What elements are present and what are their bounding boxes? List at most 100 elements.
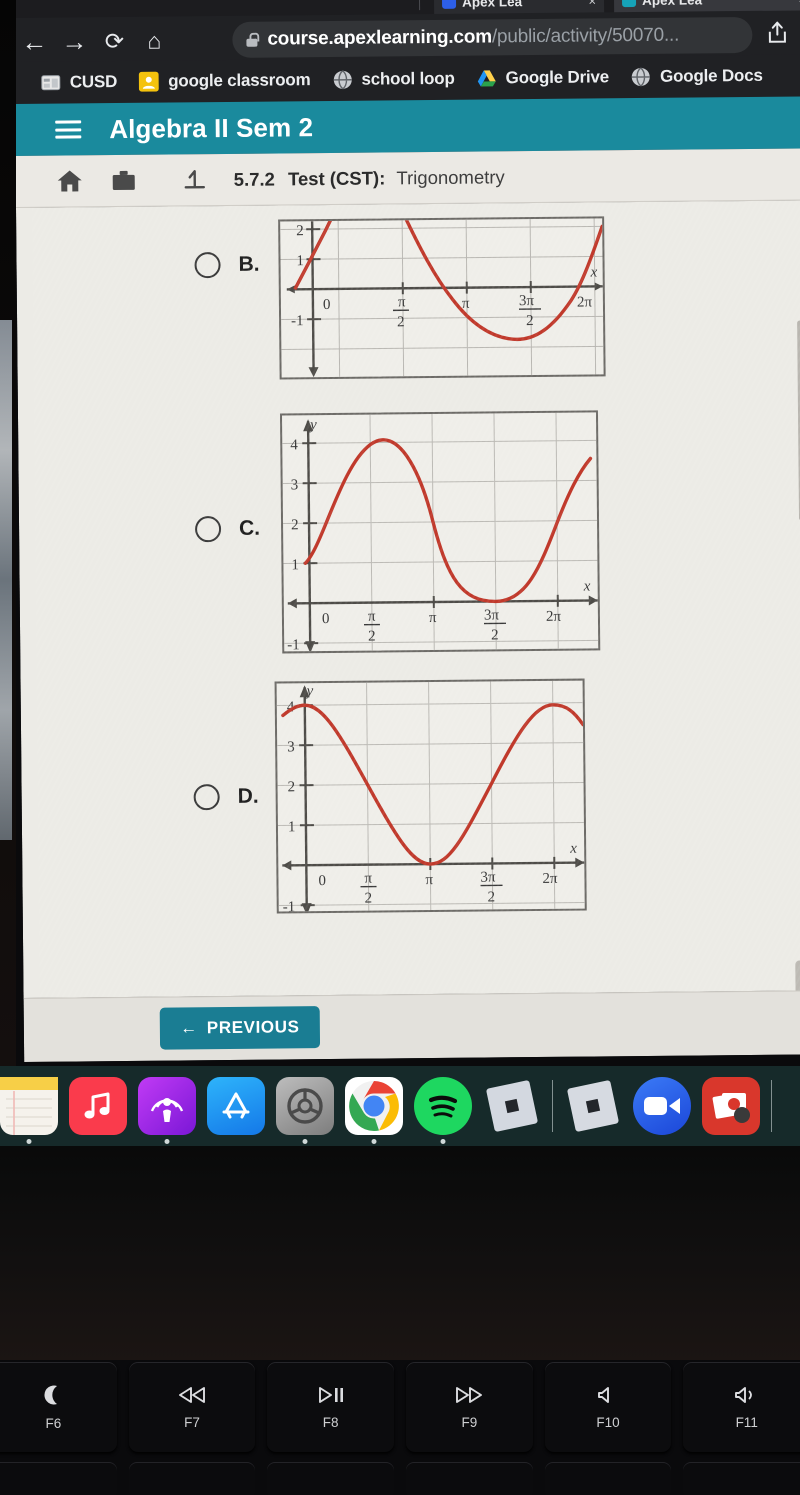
graph-d-svg: 4 3 2 1 -1 y 0 π 2 π 3π 2 2π x bbox=[276, 680, 587, 914]
x-tick-2pi: 2π bbox=[546, 609, 562, 625]
key-f6[interactable]: F6 bbox=[0, 1362, 117, 1452]
y-tick-neg1: -1 bbox=[283, 899, 296, 913]
key-label: F9 bbox=[461, 1414, 478, 1430]
dock-icon-music[interactable] bbox=[69, 1077, 127, 1135]
y-tick-2: 2 bbox=[287, 779, 295, 795]
hamburger-icon[interactable] bbox=[55, 120, 82, 139]
x-axis bbox=[287, 599, 598, 605]
key-number[interactable] bbox=[267, 1462, 395, 1495]
x-tick-0: 0 bbox=[318, 873, 326, 889]
key-f8[interactable]: F8 bbox=[267, 1362, 395, 1452]
radio-option-d[interactable] bbox=[193, 784, 220, 811]
key-number[interactable] bbox=[406, 1462, 533, 1495]
option-letter-d: D. bbox=[237, 784, 259, 808]
key-f7[interactable]: F7 bbox=[128, 1362, 256, 1452]
previous-button[interactable]: ← PREVIOUS bbox=[159, 1006, 321, 1050]
notes-icon bbox=[0, 1077, 58, 1135]
dock-icon-google-chrome[interactable] bbox=[345, 1077, 403, 1144]
home-button[interactable]: ⌂ bbox=[134, 27, 174, 53]
screenshot-root: Apex Lea × Apex Lea × ← → ⟳ ⌂ course.ape… bbox=[0, 0, 800, 1495]
bookmark-cusd[interactable]: CUSD bbox=[41, 72, 118, 93]
key-number[interactable] bbox=[128, 1462, 256, 1495]
bookmark-label: CUSD bbox=[69, 72, 118, 92]
dock-icon-roblox[interactable] bbox=[483, 1077, 541, 1135]
bookmark-google-classroom[interactable]: google classroom bbox=[139, 70, 311, 92]
play-pause-icon bbox=[318, 1386, 343, 1403]
bookmark-google-drive[interactable]: Google Drive bbox=[477, 67, 610, 88]
bookmark-label: Google Drive bbox=[505, 67, 610, 88]
dock-icon-photo-booth[interactable] bbox=[702, 1077, 760, 1135]
graph-b-svg: 2 1 -1 0 π 2 π 3π 2 2π x bbox=[280, 218, 606, 380]
roblox-studio-icon bbox=[567, 1080, 619, 1132]
dock-icon-zoom[interactable] bbox=[633, 1077, 691, 1135]
dock-icon-podcasts[interactable] bbox=[138, 1077, 196, 1144]
back-button[interactable]: ← bbox=[14, 27, 54, 57]
laptop-body bbox=[0, 1146, 800, 1360]
upload-arrow-icon[interactable] bbox=[182, 167, 208, 193]
activity-header: 5.7.2 Test (CST): Trigonometry bbox=[15, 148, 800, 208]
screen-reflection bbox=[0, 320, 12, 840]
laptop-left-bezel bbox=[0, 0, 16, 1066]
y-axis bbox=[303, 687, 308, 910]
previous-label: PREVIOUS bbox=[206, 1017, 300, 1038]
key-number[interactable] bbox=[544, 1462, 672, 1495]
curve-b-right bbox=[398, 218, 604, 341]
option-row-c[interactable]: C. bbox=[194, 516, 260, 543]
tab-favicon bbox=[441, 0, 457, 9]
dock-icon-roblox-studio[interactable] bbox=[564, 1077, 622, 1135]
dock-icon-notes[interactable] bbox=[0, 1077, 58, 1144]
share-icon[interactable] bbox=[766, 21, 788, 45]
course-title: Algebra II Sem 2 bbox=[109, 111, 314, 144]
x-tick-2pi: 2π bbox=[542, 871, 558, 887]
photo-booth-icon bbox=[712, 1093, 750, 1123]
x-tick-3pi-over-2: 3π bbox=[484, 607, 500, 623]
forward-button[interactable]: → bbox=[54, 26, 94, 56]
macos-dock bbox=[0, 1066, 800, 1146]
option-row-d[interactable]: D. bbox=[193, 784, 259, 811]
radio-option-c[interactable] bbox=[194, 516, 222, 543]
reload-button[interactable]: ⟳ bbox=[94, 27, 134, 53]
address-bar[interactable]: course.apexlearning.com/public/activity/… bbox=[232, 16, 753, 58]
bookmark-label: Google Docs bbox=[659, 65, 763, 86]
moon-icon bbox=[44, 1385, 58, 1404]
key-number[interactable] bbox=[683, 1462, 800, 1495]
bookmark-school-loop[interactable]: school loop bbox=[332, 69, 455, 90]
key-f9[interactable]: F9 bbox=[406, 1362, 533, 1452]
tab-close-icon[interactable]: × bbox=[588, 0, 596, 8]
activity-footer: ← PREVIOUS bbox=[23, 990, 800, 1062]
keyboard-number-row bbox=[0, 1462, 800, 1495]
video-camera-icon bbox=[644, 1097, 680, 1115]
bookmark-google-docs[interactable]: Google Docs bbox=[631, 66, 763, 87]
rewind-icon bbox=[179, 1386, 205, 1403]
x-tick-pi-over-2: π bbox=[364, 871, 372, 887]
x-tick-3pi-over-2: 3π bbox=[519, 293, 535, 309]
radio-option-b[interactable] bbox=[194, 252, 221, 279]
toolbar-icon-group bbox=[766, 20, 800, 45]
option-d-graph: 4 3 2 1 -1 y 0 π 2 π 3π 2 2π x bbox=[274, 678, 587, 914]
home-icon[interactable] bbox=[56, 168, 84, 194]
option-row-b[interactable]: B. bbox=[194, 252, 260, 279]
key-f10[interactable]: F10 bbox=[544, 1362, 672, 1452]
y-axis bbox=[310, 221, 315, 374]
dock-icon-system-preferences[interactable] bbox=[276, 1077, 334, 1144]
briefcase-icon[interactable] bbox=[110, 167, 138, 193]
dock-icon-spotify[interactable] bbox=[414, 1077, 472, 1144]
x-tick-2pi: 2π bbox=[577, 294, 593, 310]
key-number[interactable] bbox=[0, 1462, 117, 1495]
podcasts-icon bbox=[150, 1098, 184, 1122]
x-tick-0: 0 bbox=[322, 611, 330, 627]
news-icon bbox=[41, 75, 61, 91]
svg-text:2: 2 bbox=[491, 627, 499, 643]
running-dot bbox=[26, 1139, 32, 1144]
dock-icon-app-store[interactable] bbox=[207, 1077, 265, 1135]
classroom-icon bbox=[139, 71, 160, 92]
y-axis-label: y bbox=[308, 417, 317, 433]
activity-title: 5.7.2 Test (CST): Trigonometry bbox=[234, 166, 505, 191]
svg-text:2: 2 bbox=[368, 629, 376, 645]
globe-icon bbox=[632, 67, 651, 87]
key-f11[interactable]: F11 bbox=[683, 1362, 800, 1452]
url-host: course.apexlearning.com bbox=[267, 26, 493, 50]
chrome-icon bbox=[349, 1081, 399, 1131]
activity-name: Trigonometry bbox=[396, 165, 505, 188]
key-label: F10 bbox=[596, 1414, 620, 1430]
